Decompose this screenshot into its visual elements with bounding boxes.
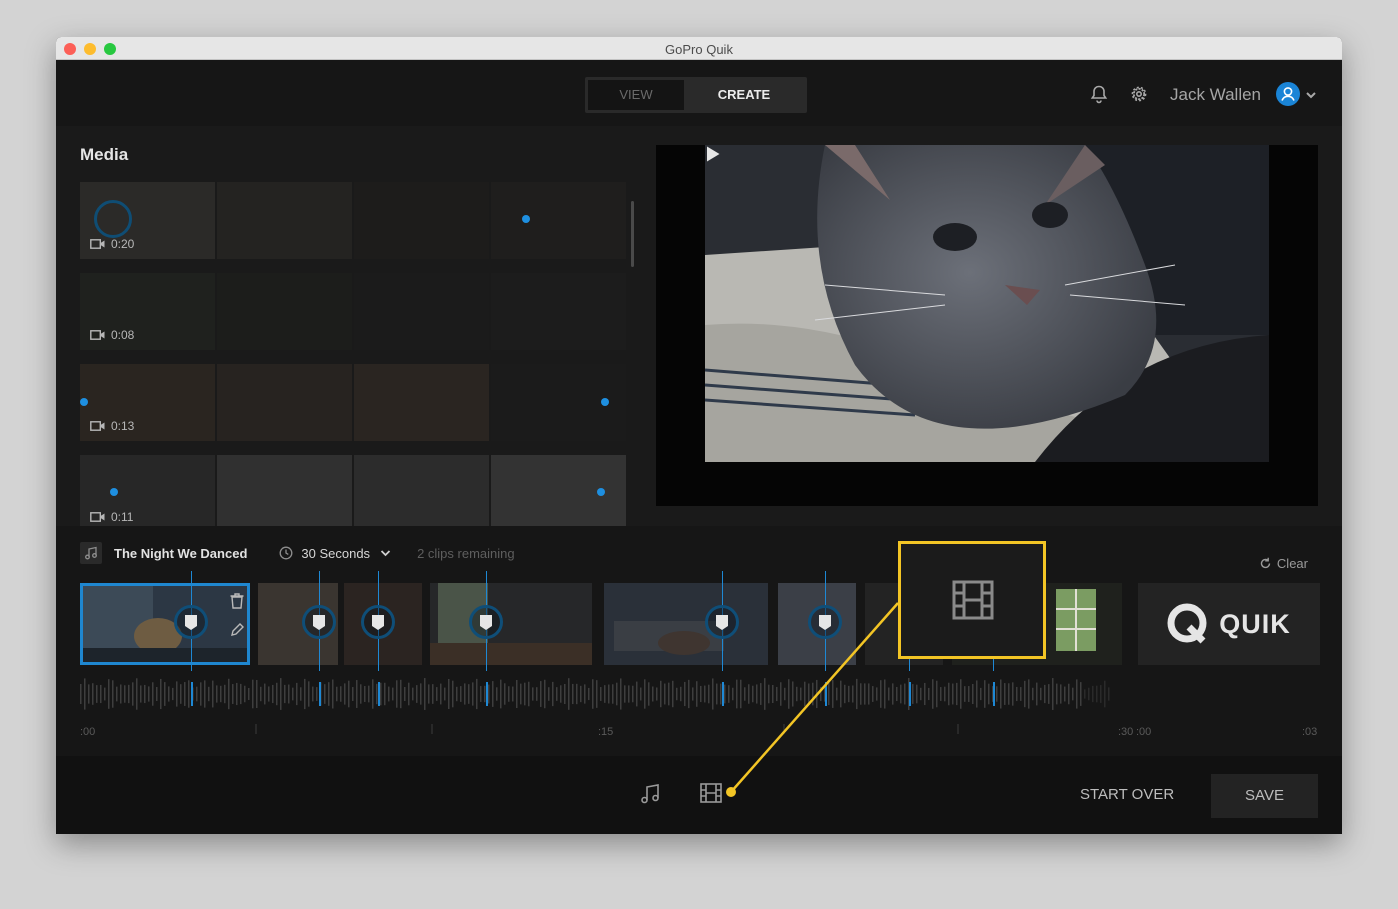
- start-over-button[interactable]: START OVER: [1080, 786, 1174, 803]
- highlight-flag-icon: [313, 615, 325, 630]
- timeline-panel: The Night We Danced 30 Seconds 2 clips r…: [56, 526, 1342, 756]
- media-duration: 0:11: [90, 510, 133, 524]
- gear-icon[interactable]: [1129, 84, 1149, 104]
- audio-waveform[interactable]: [80, 674, 1120, 714]
- refresh-icon: [1260, 557, 1271, 569]
- quik-logo-icon: [1167, 603, 1207, 644]
- video-frame: [354, 364, 489, 441]
- media-item[interactable]: 0:13: [80, 364, 626, 441]
- chevron-down-icon[interactable]: [380, 549, 391, 557]
- ruler-ticks: [255, 724, 959, 734]
- clock-icon: [279, 546, 293, 560]
- highlight-marker[interactable]: [808, 605, 842, 639]
- media-item[interactable]: 0:08: [80, 273, 626, 350]
- video-camera-icon: [90, 330, 105, 340]
- media-scrollbar[interactable]: [631, 201, 634, 267]
- highlight-dot: [80, 398, 88, 406]
- title-bar: GoPro Quik: [56, 37, 1342, 60]
- timeline-ruler: :00 :15 :30 :00 :03: [80, 722, 1320, 742]
- video-frame: [491, 273, 626, 350]
- duration-dropdown[interactable]: 30 Seconds: [301, 546, 370, 561]
- window-title: GoPro Quik: [665, 42, 733, 57]
- clip-thumbnail: [604, 583, 768, 665]
- highlight-dot: [597, 488, 605, 496]
- clear-label: Clear: [1276, 556, 1308, 571]
- clips-remaining: 2 clips remaining: [417, 545, 515, 561]
- music-note-icon[interactable]: [639, 781, 663, 805]
- video-frame: [217, 273, 352, 350]
- user-avatar-icon[interactable]: [1276, 82, 1300, 106]
- video-frame: [217, 455, 352, 527]
- trash-icon[interactable]: [229, 592, 245, 610]
- video-frame: [491, 455, 626, 527]
- save-button[interactable]: SAVE: [1211, 774, 1318, 818]
- highlight-flag-icon: [372, 615, 384, 630]
- bell-icon[interactable]: [1089, 84, 1109, 104]
- video-frame: [217, 364, 352, 441]
- video-camera-icon: [90, 239, 105, 249]
- media-duration-text: 0:08: [111, 328, 135, 342]
- clip-strip: QUIK: [80, 571, 1320, 671]
- highlight-dot: [110, 488, 118, 496]
- chevron-down-icon[interactable]: [1305, 90, 1317, 100]
- clear-button[interactable]: Clear: [1259, 556, 1308, 571]
- timeline-clip[interactable]: [430, 583, 592, 665]
- video-camera-icon: [90, 512, 105, 522]
- media-duration-text: 0:20: [111, 237, 135, 251]
- preview-frame-image: [705, 145, 1269, 462]
- user-name[interactable]: Jack Wallen: [1170, 85, 1261, 105]
- clip-thumbnail: [430, 583, 592, 665]
- song-title[interactable]: The Night We Danced: [114, 546, 247, 561]
- video-camera-icon: [90, 421, 105, 431]
- tab-view[interactable]: VIEW: [588, 80, 684, 110]
- view-create-switch: VIEW CREATE: [585, 77, 807, 113]
- media-list: 0:20 0:08 0:13 0:11: [80, 182, 626, 527]
- bottom-toolbar: START OVER SAVE: [56, 756, 1342, 834]
- media-duration-text: 0:13: [111, 419, 135, 433]
- video-frame: [217, 182, 352, 259]
- highlight-marker[interactable]: [174, 605, 208, 639]
- top-bar: VIEW CREATE Jack Wallen: [56, 60, 1342, 126]
- media-duration-text: 0:11: [111, 510, 134, 524]
- clip-thumbnail: [83, 586, 247, 662]
- highlight-marker[interactable]: [469, 605, 503, 639]
- quik-outro-card[interactable]: QUIK: [1138, 583, 1320, 665]
- callout-highlight-box: [898, 541, 1046, 659]
- highlight-flag-icon: [716, 615, 728, 630]
- highlight-flag-icon: [185, 615, 197, 630]
- main-area: Media 0:20 0:08 0:13 0:11: [56, 126, 1342, 527]
- video-frame: [491, 182, 626, 259]
- quik-brand-text: QUIK: [1219, 608, 1291, 639]
- highlight-flag-icon: [819, 615, 831, 630]
- media-duration: 0:13: [90, 419, 134, 433]
- play-icon[interactable]: [705, 145, 721, 163]
- timeline-clip-selected[interactable]: [80, 583, 250, 665]
- video-frame: [354, 273, 489, 350]
- highlight-marker[interactable]: [361, 605, 395, 639]
- pencil-icon[interactable]: [229, 622, 245, 638]
- video-preview[interactable]: [656, 145, 1318, 506]
- media-duration: 0:08: [90, 328, 134, 342]
- video-frame: [354, 182, 489, 259]
- tab-create[interactable]: CREATE: [684, 80, 804, 110]
- highlight-marker[interactable]: [705, 605, 739, 639]
- highlight-flag-icon: [480, 615, 492, 630]
- highlight-dot: [601, 398, 609, 406]
- media-heading: Media: [80, 145, 129, 164]
- media-duration: 0:20: [90, 237, 134, 251]
- video-frame: [354, 455, 489, 527]
- loading-ring: [94, 200, 132, 238]
- media-item[interactable]: 0:11: [80, 455, 626, 527]
- film-strip-icon: [952, 580, 994, 620]
- song-row: The Night We Danced 30 Seconds 2 clips r…: [80, 542, 1320, 571]
- app-window: GoPro Quik VIEW CREATE Jack Wallen Media: [56, 37, 1342, 834]
- media-item[interactable]: 0:20: [80, 182, 626, 259]
- film-strip-icon[interactable]: [699, 781, 723, 805]
- highlight-marker[interactable]: [302, 605, 336, 639]
- music-note-icon[interactable]: [80, 542, 102, 564]
- highlight-dot: [522, 215, 530, 223]
- timeline-clip[interactable]: [604, 583, 768, 665]
